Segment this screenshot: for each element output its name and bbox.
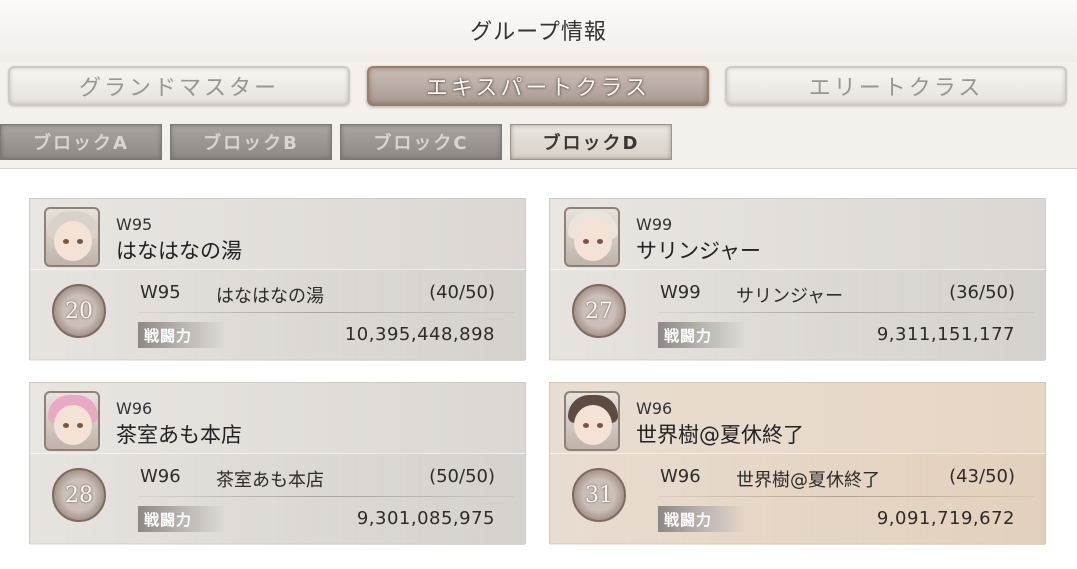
guild-name-detail: サリンジャー [736,286,844,307]
guild-server: W99 [636,215,673,234]
guild-server: W96 [116,399,153,418]
guild-name-detail: はなはなの湯 [216,286,324,307]
tab-block-c[interactable]: ブロックC [340,124,502,160]
power-value: 10,395,448,898 [344,324,495,345]
power-value: 9,311,151,177 [876,324,1015,345]
guild-server-detail: W96 [140,466,181,487]
guild-server-detail: W96 [660,466,701,487]
guild-card-header: W99 サリンジャー [550,199,1045,269]
guild-leader-avatar [564,391,620,451]
power-label: 戦闘力 [658,506,746,532]
guild-server: W95 [116,215,153,234]
member-count: (36/50) [949,282,1015,303]
tab-block-a[interactable]: ブロックA [0,124,162,160]
guild-card[interactable]: W99 サリンジャー 27 W99 サリンジャー (36/50) 戦闘力 9,3… [549,198,1046,361]
power-value: 9,301,085,975 [356,508,495,529]
guild-name: 世界樹@夏休終了 [636,423,804,447]
member-count: (40/50) [429,282,495,303]
guild-card[interactable]: W96 茶室あも本店 28 W96 茶室あも本店 (50/50) 戦闘力 9,3… [29,382,526,545]
tab-grandmaster[interactable]: グランドマスター [8,66,350,106]
guild-card-details: 31 W96 世界樹@夏休終了 (43/50) 戦闘力 9,091,719,67… [550,453,1045,545]
page-title: グループ情報 [470,20,607,45]
tab-block-b[interactable]: ブロックB [170,124,332,160]
power-label: 戦闘力 [138,322,226,348]
guild-card-details: 20 W95 はなはなの湯 (40/50) 戦闘力 10,395,448,898 [30,269,525,361]
guild-name-detail: 茶室あも本店 [216,470,324,491]
guild-name: はなはなの湯 [116,239,242,263]
divider [658,496,1034,497]
tab-block-d[interactable]: ブロックD [510,124,672,160]
guild-server: W96 [636,399,673,418]
guild-card-details: 27 W99 サリンジャー (36/50) 戦闘力 9,311,151,177 [550,269,1045,361]
rank-medal: 27 [572,284,626,338]
member-count: (50/50) [429,466,495,487]
guild-list: W95 はなはなの湯 20 W95 はなはなの湯 (40/50) 戦闘力 10,… [0,168,1077,569]
guild-card-header: W96 茶室あも本店 [30,383,525,453]
power-label: 戦闘力 [658,322,746,348]
guild-name: サリンジャー [636,239,761,263]
guild-leader-avatar [44,207,100,267]
guild-card-details: 28 W96 茶室あも本店 (50/50) 戦闘力 9,301,085,975 [30,453,525,545]
guild-server-detail: W95 [140,282,181,303]
guild-name: 茶室あも本店 [116,423,242,447]
header-bar: グループ情報 [0,0,1077,62]
guild-card[interactable]: W95 はなはなの湯 20 W95 はなはなの湯 (40/50) 戦闘力 10,… [29,198,526,361]
member-count: (43/50) [949,466,1015,487]
guild-name-detail: 世界樹@夏休終了 [736,470,880,491]
tab-expert-class[interactable]: エキスパートクラス [367,66,709,106]
power-label: 戦闘力 [138,506,226,532]
guild-card-own[interactable]: W96 世界樹@夏休終了 31 W96 世界樹@夏休終了 (43/50) 戦闘力… [549,382,1046,545]
rank-medal: 20 [52,284,106,338]
rank-medal: 31 [572,468,626,522]
guild-leader-avatar [44,391,100,451]
power-value: 9,091,719,672 [876,508,1015,529]
guild-card-header: W95 はなはなの湯 [30,199,525,269]
divider [138,312,514,313]
guild-leader-avatar [564,207,620,267]
tab-elite-class[interactable]: エリートクラス [725,66,1067,106]
divider [138,496,514,497]
divider [658,312,1034,313]
guild-server-detail: W99 [660,282,701,303]
guild-card-header: W96 世界樹@夏休終了 [550,383,1045,453]
rank-medal: 28 [52,468,106,522]
